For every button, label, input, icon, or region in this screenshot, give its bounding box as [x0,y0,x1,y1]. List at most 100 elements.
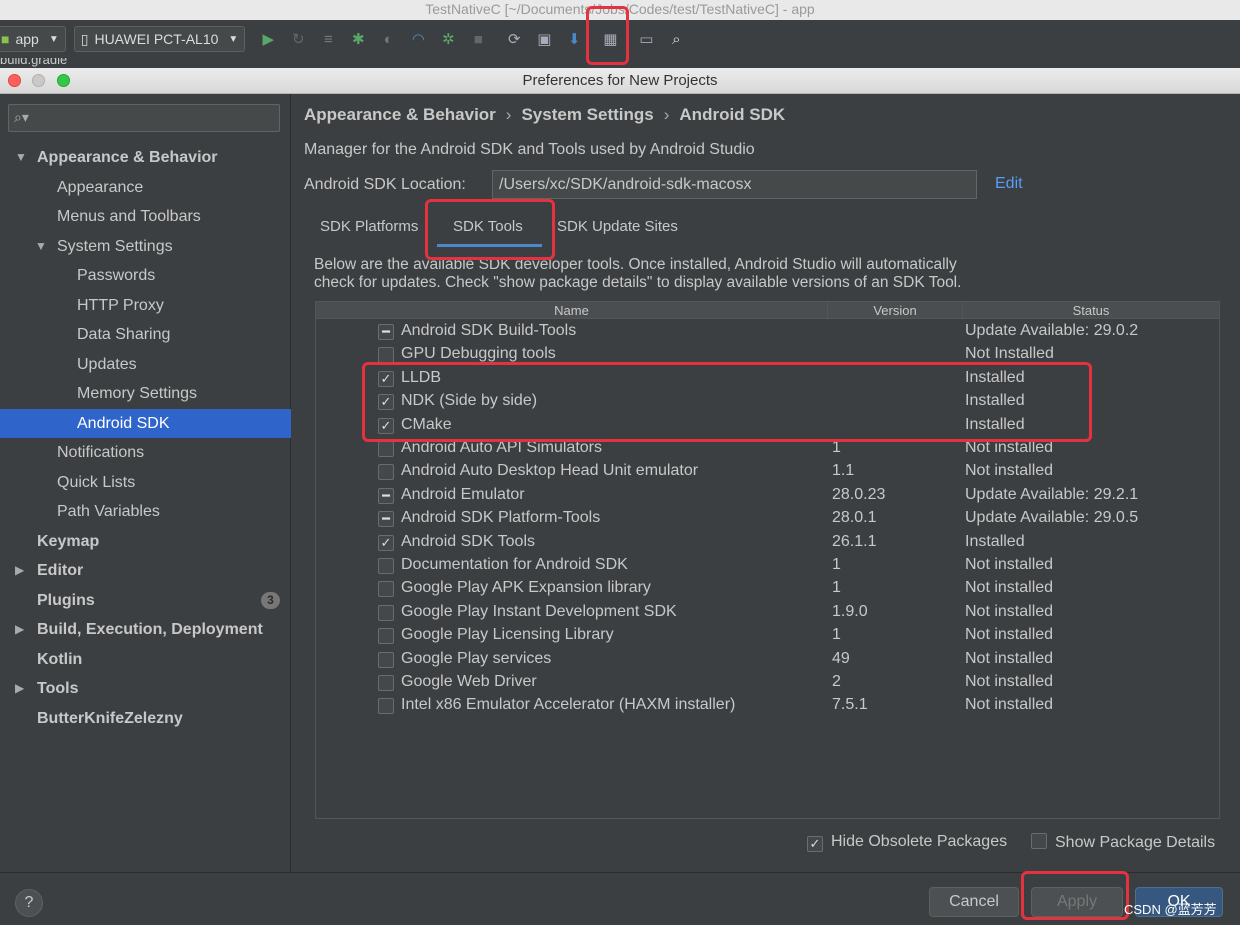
table-row[interactable]: ✓ NDK (Side by side) Installed [316,390,1219,413]
sidebar-item-menus-toolbars[interactable]: Menus and Toolbars [0,202,291,231]
table-row[interactable]: Intel x86 Emulator Accelerator (HAXM ins… [316,694,1219,717]
table-row[interactable]: Android Auto Desktop Head Unit emulator 1… [316,460,1219,483]
settings-search-input[interactable]: ⌕▾ [8,104,280,132]
attach-debugger-icon[interactable]: ✲ [437,28,459,50]
sidebar-item-appearance-behavior[interactable]: ▼ Appearance & Behavior [0,143,291,172]
table-row[interactable]: ━ Android Emulator 28.0.23 Update Available… [316,484,1219,507]
row-name: Android SDK Tools [401,532,535,550]
column-header-status[interactable]: Status [963,302,1219,319]
sdk-manager-icon[interactable]: ⬇ [563,28,585,50]
sidebar-item-editor[interactable]: ▶ Editor [0,556,291,585]
sidebar-item-passwords[interactable]: Passwords [0,261,291,290]
show-details-option[interactable]: Show Package Details [1031,833,1215,852]
apply-button[interactable]: Apply [1031,887,1123,917]
sidebar-item-system-settings[interactable]: ▼ System Settings [0,232,291,261]
row-checkbox[interactable] [378,464,394,481]
terminal-icon[interactable]: ▭ [635,28,657,50]
table-header: Name Version Status [316,302,1219,319]
sidebar-item-notifications[interactable]: Notifications [0,438,291,467]
column-header-version[interactable]: Version [828,302,963,319]
module-selector[interactable]: ■ app ▼ [0,26,66,52]
sidebar-item-keymap[interactable]: Keymap [0,527,291,556]
tools-note-line: Below are the available SDK developer to… [314,256,957,273]
search-icon: ⌕▾ [14,109,29,125]
table-row[interactable]: ✓ Android SDK Tools 26.1.1 Installed [316,531,1219,554]
tab-sdk-tools[interactable]: SDK Tools [453,218,523,235]
row-checkbox[interactable] [378,581,394,598]
row-checkbox[interactable] [378,347,394,364]
sidebar-item-path-variables[interactable]: Path Variables [0,497,291,526]
close-window-button[interactable] [8,74,21,87]
row-version: 26.1.1 [832,532,877,550]
coverage-icon[interactable]: ◐ [377,28,399,50]
profile-icon[interactable]: ◠ [407,28,429,50]
device-selector[interactable]: ▯ HUAWEI PCT-AL10 ▼ [73,26,246,52]
table-row[interactable]: ━ Android SDK Build-Tools Update Available… [316,320,1219,343]
row-checkbox[interactable] [378,441,394,457]
sidebar-item-memory-settings[interactable]: Memory Settings [0,379,291,408]
stop-icon[interactable]: ■ [467,28,489,50]
column-header-name[interactable]: Name [316,302,828,319]
table-row[interactable]: Documentation for Android SDK 1 Not instal… [316,554,1219,577]
sdk-location-field[interactable]: /Users/xc/SDK/android-sdk-macosx [492,170,977,199]
table-row[interactable]: ━ Android SDK Platform-Tools 28.0.1 Update … [316,507,1219,530]
row-checkbox[interactable]: ━ [378,324,394,340]
table-row[interactable]: Google Play APK Expansion library 1 Not in… [316,577,1219,600]
tab-sdk-update-sites[interactable]: SDK Update Sites [557,218,678,235]
minimize-window-button[interactable] [32,74,45,87]
run-icon[interactable]: ▶ [257,28,279,50]
row-checkbox[interactable] [378,651,394,668]
gradle-sync-icon[interactable]: ⟳ [503,28,525,50]
edit-sdk-location-link[interactable]: Edit [995,175,1023,193]
tools-note: Below are the available SDK developer to… [314,256,961,292]
sidebar-item-butterknife[interactable]: ButterKnifeZelezny [0,704,291,733]
hide-obsolete-checkbox[interactable]: ✓ [807,836,823,852]
project-structure-icon[interactable]: ▦ [599,28,621,50]
row-checkbox[interactable] [378,558,394,574]
sidebar-item-http-proxy[interactable]: HTTP Proxy [0,291,291,320]
sidebar-item-updates[interactable]: Updates [0,350,291,379]
sidebar-item-quick-lists[interactable]: Quick Lists [0,468,291,497]
row-checkbox[interactable]: ━ [378,487,394,504]
row-checkbox[interactable] [378,628,394,645]
row-checkbox[interactable] [378,698,394,715]
tab-sdk-platforms[interactable]: SDK Platforms [320,218,418,235]
sidebar-item-tools[interactable]: ▶ Tools [0,674,291,703]
row-checkbox[interactable]: ✓ [378,417,394,434]
sidebar-item-appearance[interactable]: Appearance [0,173,291,202]
search-icon[interactable]: ⌕ [665,28,687,50]
row-name: GPU Debugging tools [401,345,556,363]
avd-manager-icon[interactable]: ▣ [533,28,555,50]
show-details-checkbox[interactable] [1031,833,1047,849]
row-version: 49 [832,649,850,667]
row-checkbox[interactable]: ━ [378,511,394,528]
sidebar-item-kotlin[interactable]: Kotlin [0,645,291,674]
zoom-window-button[interactable] [57,74,70,87]
help-button[interactable]: ? [15,889,43,917]
row-checkbox[interactable]: ✓ [378,370,394,387]
sdk-location-label: Android SDK Location: [304,176,466,193]
cancel-button[interactable]: Cancel [929,887,1019,917]
table-row[interactable]: Google Play Licensing Library 1 Not instal… [316,624,1219,647]
tools-note-line: check for updates. Check "show package d… [314,274,962,291]
table-row[interactable]: Google Play Instant Development SDK 1.9.0… [316,601,1219,624]
triangle-down-icon: ▼ [15,150,27,164]
row-checkbox[interactable] [378,675,394,691]
hide-obsolete-option[interactable]: ✓ Hide Obsolete Packages [807,833,1007,852]
row-checkbox[interactable]: ✓ [378,394,394,411]
apply-changes-icon[interactable]: ↻ [287,28,309,50]
table-row[interactable]: Google Play services 49 Not installed [316,648,1219,671]
table-row[interactable]: ✓ CMake Installed [316,414,1219,437]
row-checkbox[interactable] [378,604,394,621]
table-row[interactable]: ✓ LLDB Installed [316,367,1219,390]
table-row[interactable]: GPU Debugging tools Not Installed [316,343,1219,366]
sidebar-item-build-execution-deployment[interactable]: ▶ Build, Execution, Deployment [0,615,291,644]
row-checkbox[interactable]: ✓ [378,534,394,551]
sidebar-item-android-sdk[interactable]: Android SDK [0,409,291,438]
apply-code-changes-icon[interactable]: ≡ [317,28,339,50]
table-row[interactable]: Google Web Driver 2 Not installed [316,671,1219,694]
debug-icon[interactable]: ✱ [347,28,369,50]
table-row[interactable]: Android Auto API Simulators 1 Not installe… [316,437,1219,460]
sidebar-item-data-sharing[interactable]: Data Sharing [0,320,291,349]
sidebar-item-plugins[interactable]: Plugins 3 [0,586,291,615]
